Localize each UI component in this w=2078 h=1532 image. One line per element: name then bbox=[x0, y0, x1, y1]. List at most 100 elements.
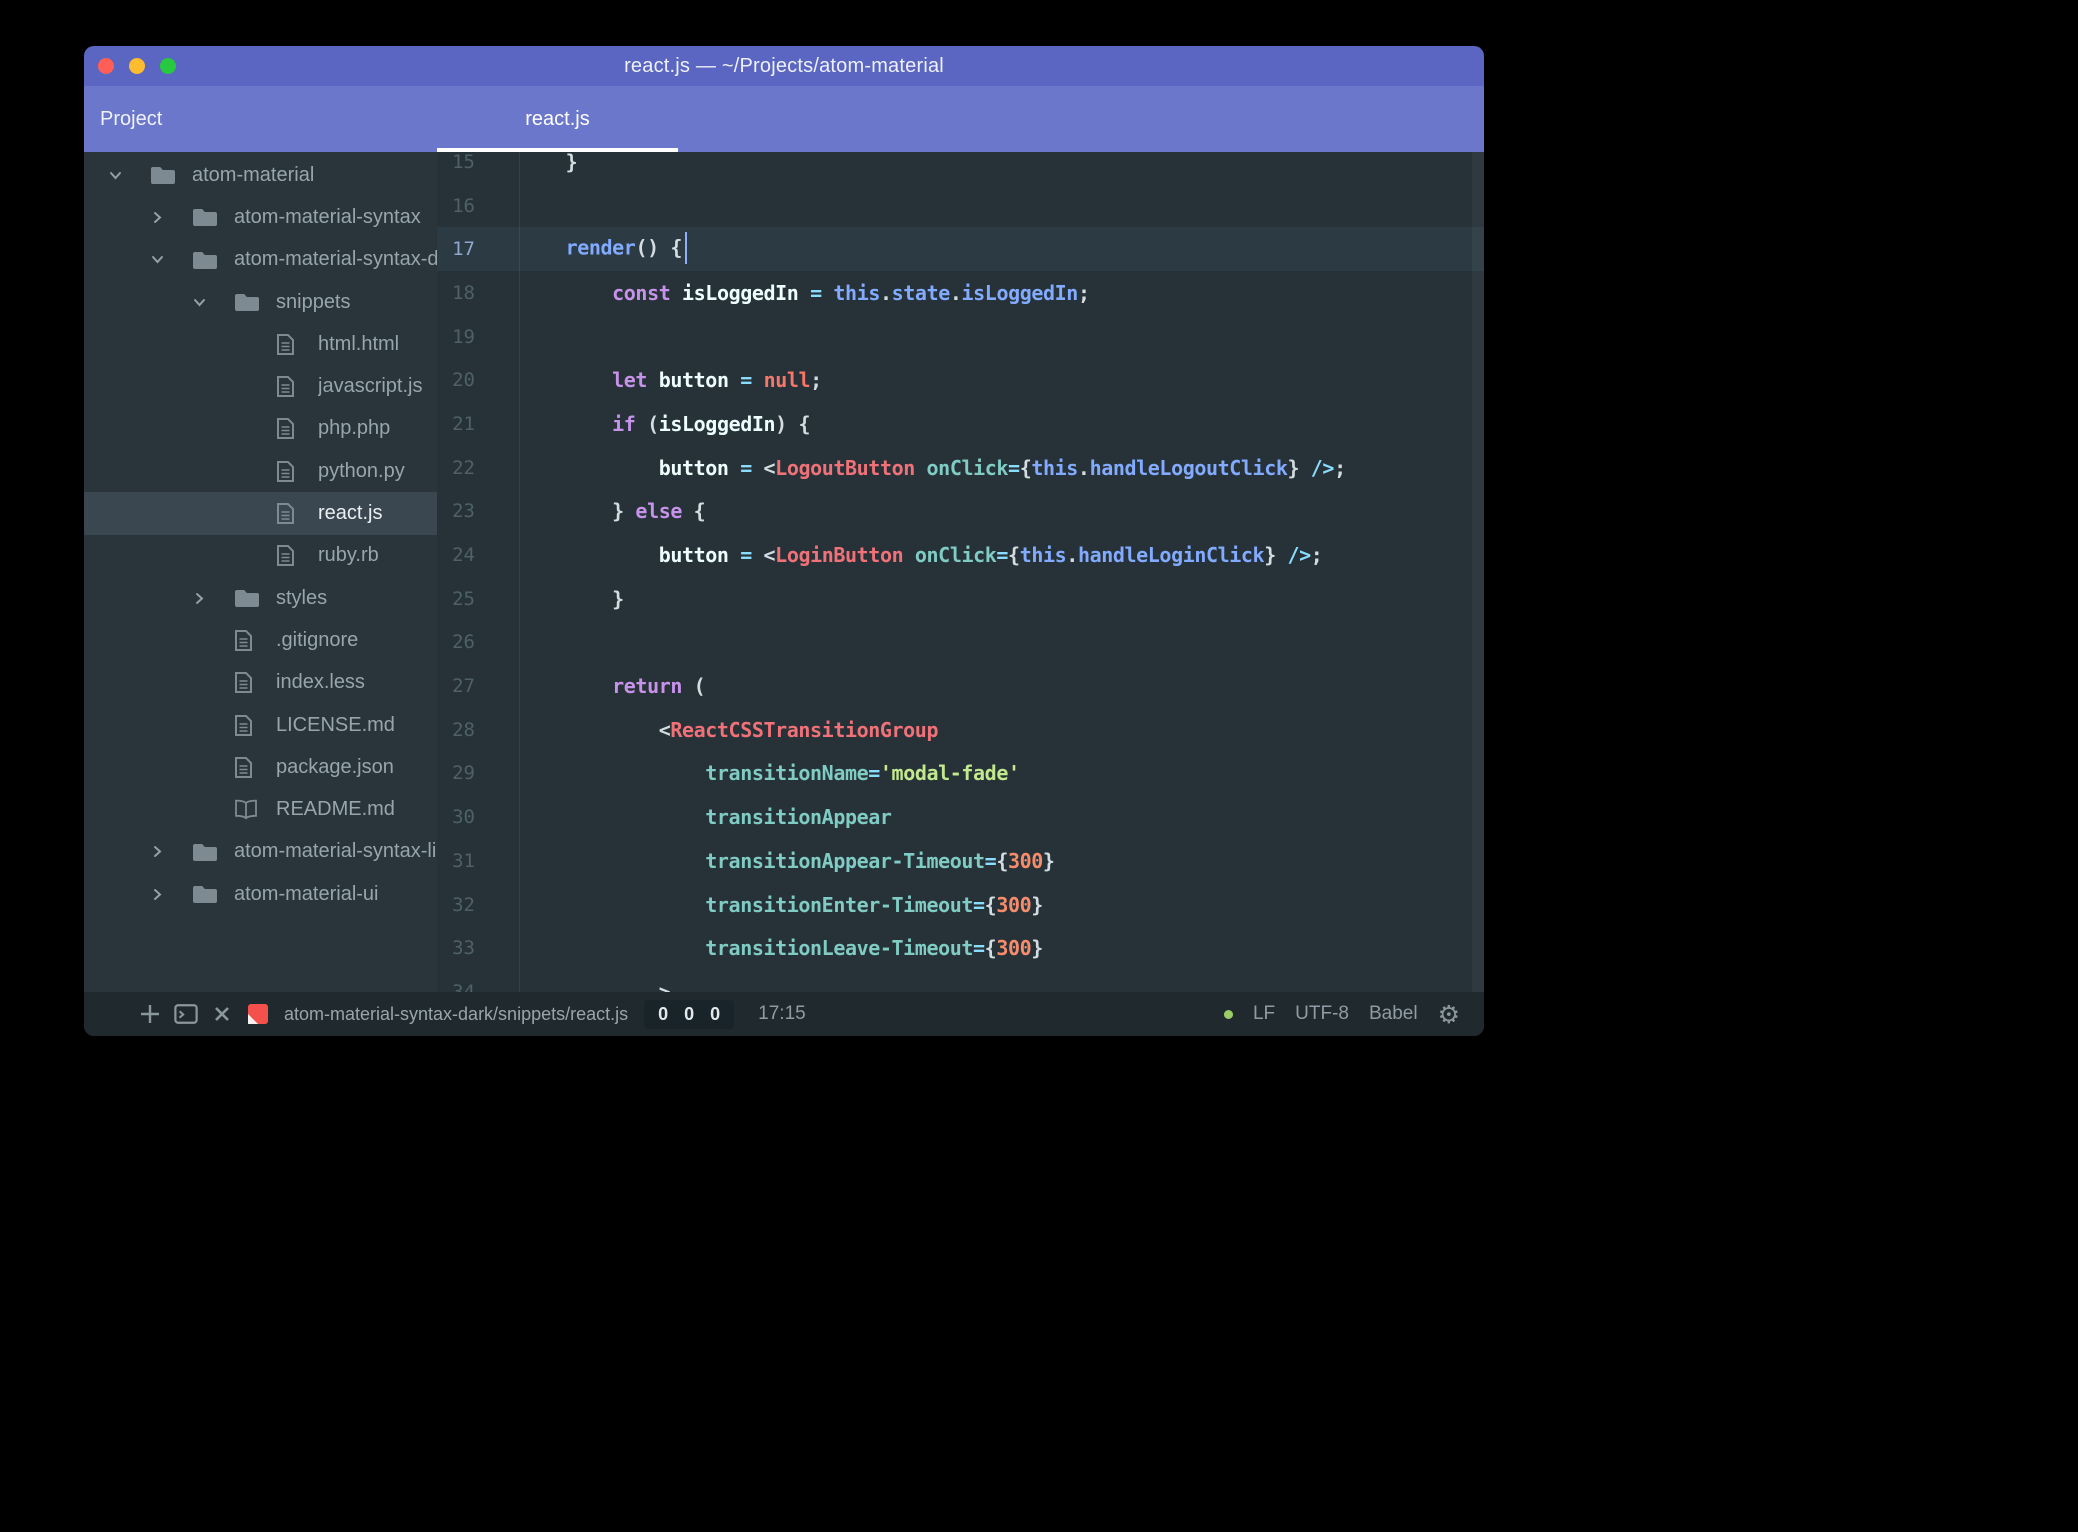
code-text: } else { bbox=[519, 499, 706, 524]
tree-item-javascript.js[interactable]: javascript.js bbox=[84, 365, 437, 407]
code-line-34[interactable]: 34 > bbox=[437, 970, 1484, 992]
code-text: const isLoggedIn = this.state.isLoggedIn… bbox=[612, 280, 1090, 305]
code-text: button = <LogoutButton onClick={this.han… bbox=[658, 455, 1346, 480]
tree-item-ruby.rb[interactable]: ruby.rb bbox=[84, 535, 437, 577]
plus-icon[interactable] bbox=[138, 1002, 162, 1026]
code-line-25[interactable]: 25 } bbox=[437, 577, 1484, 621]
tree-item-LICENSE.md[interactable]: LICENSE.md bbox=[84, 704, 437, 746]
chevron-right-icon[interactable] bbox=[150, 210, 192, 225]
code-line-20[interactable]: 20 let button = null; bbox=[437, 358, 1484, 402]
chevron-down-icon[interactable] bbox=[108, 168, 150, 183]
tree-item-label: atom-material-syntax-dark bbox=[234, 248, 437, 271]
line-number: 29 bbox=[452, 762, 475, 785]
editor-scrollbar[interactable] bbox=[1472, 152, 1484, 992]
tree-item-snippets[interactable]: snippets bbox=[84, 281, 437, 323]
main-area: atom-material atom-material-syntax atom-ma… bbox=[84, 152, 1484, 992]
folder-icon bbox=[192, 842, 234, 862]
terminal-icon[interactable] bbox=[174, 1002, 198, 1026]
tree-item-atom-material-syntax-dark[interactable]: atom-material-syntax-dark bbox=[84, 239, 437, 281]
code-line-27[interactable]: 27 return ( bbox=[437, 664, 1484, 708]
code-text: transitionAppear-Timeout={300} bbox=[705, 848, 1055, 873]
code-text: transitionAppear bbox=[705, 805, 892, 830]
code-line-23[interactable]: 23 } else { bbox=[437, 490, 1484, 534]
git-count-removed: 0 bbox=[710, 1003, 721, 1024]
tree-item-.gitignore[interactable]: .gitignore bbox=[84, 619, 437, 661]
package-icon[interactable] bbox=[246, 1002, 270, 1026]
tree-item-package.json[interactable]: package.json bbox=[84, 746, 437, 788]
app-window: react.js — ~/Projects/atom-material Proj… bbox=[84, 46, 1484, 1036]
code-line-21[interactable]: 21 if (isLoggedIn) { bbox=[437, 402, 1484, 446]
git-count-added: 0 bbox=[658, 1003, 669, 1024]
folder-icon bbox=[192, 207, 234, 227]
chevron-down-icon[interactable] bbox=[150, 252, 192, 267]
chevron-right-icon[interactable] bbox=[192, 591, 234, 606]
line-number: 21 bbox=[452, 412, 475, 435]
code-line-32[interactable]: 32 transitionEnter-Timeout={300} bbox=[437, 883, 1484, 927]
code-line-17[interactable]: 17 render() { bbox=[437, 227, 1484, 272]
tree-item-index.less[interactable]: index.less bbox=[84, 662, 437, 704]
zoom-window-button[interactable] bbox=[160, 58, 176, 74]
tree-item-atom-material[interactable]: atom-material bbox=[84, 154, 437, 196]
tree-item-python.py[interactable]: python.py bbox=[84, 450, 437, 492]
line-number: 20 bbox=[452, 369, 475, 392]
tree-item-react.js[interactable]: react.js bbox=[84, 492, 437, 535]
code-text: <ReactCSSTransitionGroup bbox=[519, 717, 939, 742]
code-line-28[interactable]: 28 <ReactCSSTransitionGroup bbox=[437, 708, 1484, 752]
chevron-right-icon[interactable] bbox=[150, 844, 192, 859]
line-number: 30 bbox=[452, 806, 475, 829]
chevron-down-icon[interactable] bbox=[192, 295, 234, 310]
chevron-right-icon[interactable] bbox=[150, 887, 192, 902]
line-number: 25 bbox=[452, 587, 475, 610]
window-title: react.js — ~/Projects/atom-material bbox=[624, 54, 944, 77]
code-line-26[interactable]: 26 bbox=[437, 621, 1484, 665]
tree-item-html.html[interactable]: html.html bbox=[84, 323, 437, 365]
editor[interactable]: 15 } 16 17 render() {18 const isLoggedIn =… bbox=[437, 152, 1484, 992]
code-line-22[interactable]: 22 button = <LogoutButton onClick={this.… bbox=[437, 446, 1484, 490]
window-controls bbox=[98, 46, 176, 86]
tab-label: react.js bbox=[525, 107, 590, 130]
cursor-position[interactable]: 17:15 bbox=[758, 1003, 806, 1025]
folder-icon bbox=[150, 165, 192, 185]
close-icon[interactable] bbox=[210, 1002, 234, 1026]
tree-item-atom-material-syntax[interactable]: atom-material-syntax bbox=[84, 196, 437, 238]
line-ending-selector[interactable]: LF bbox=[1253, 1003, 1275, 1025]
code-text: render() { bbox=[519, 232, 688, 265]
code-line-24[interactable]: 24 button = <LoginButton onClick={this.h… bbox=[437, 533, 1484, 577]
minimize-window-button[interactable] bbox=[129, 58, 145, 74]
git-change-counts[interactable]: 0 0 0 bbox=[644, 999, 735, 1029]
tree-item-label: php.php bbox=[318, 417, 391, 440]
line-number: 16 bbox=[452, 194, 475, 217]
line-number: 18 bbox=[452, 281, 475, 304]
line-number: 34 bbox=[452, 980, 475, 992]
close-window-button[interactable] bbox=[98, 58, 114, 74]
project-panel-header: Project bbox=[100, 107, 163, 130]
file-icon bbox=[276, 544, 318, 567]
tree-item-styles[interactable]: styles bbox=[84, 577, 437, 619]
tree-item-php.php[interactable]: php.php bbox=[84, 408, 437, 450]
file-icon bbox=[276, 333, 318, 356]
code-line-16[interactable]: 16 bbox=[437, 184, 1484, 228]
tree-item-label: styles bbox=[276, 586, 328, 609]
tree-item-atom-material-syntax-light[interactable]: atom-material-syntax-light bbox=[84, 831, 437, 873]
code-line-18[interactable]: 18 const isLoggedIn = this.state.isLogge… bbox=[437, 271, 1484, 315]
line-number: 24 bbox=[452, 544, 475, 567]
status-right: LF UTF-8 Babel ⚙ bbox=[1223, 1002, 1460, 1027]
line-number: 15 bbox=[452, 152, 475, 173]
settings-gear-icon[interactable]: ⚙ bbox=[1438, 1002, 1460, 1027]
git-count-changed: 0 bbox=[684, 1003, 695, 1024]
code-line-15[interactable]: 15 } bbox=[437, 152, 1484, 184]
tree-item-README.md[interactable]: README.md bbox=[84, 788, 437, 830]
tree-item-label: atom-material bbox=[192, 163, 315, 186]
tab-react-js[interactable]: react.js bbox=[437, 86, 678, 152]
grammar-selector[interactable]: Babel bbox=[1369, 1003, 1418, 1025]
code-line-31[interactable]: 31 transitionAppear-Timeout={300} bbox=[437, 839, 1484, 883]
code-line-30[interactable]: 30 transitionAppear bbox=[437, 795, 1484, 839]
encoding-selector[interactable]: UTF-8 bbox=[1295, 1003, 1349, 1025]
code-line-19[interactable]: 19 bbox=[437, 315, 1484, 359]
tree-item-atom-material-ui[interactable]: atom-material-ui bbox=[84, 873, 437, 915]
tree-item-label: react.js bbox=[318, 502, 383, 525]
file-icon bbox=[234, 714, 276, 737]
code-line-33[interactable]: 33 transitionLeave-Timeout={300} bbox=[437, 926, 1484, 970]
code-line-29[interactable]: 29 transitionName='modal-fade' bbox=[437, 752, 1484, 796]
tree-item-label: html.html bbox=[318, 332, 400, 355]
